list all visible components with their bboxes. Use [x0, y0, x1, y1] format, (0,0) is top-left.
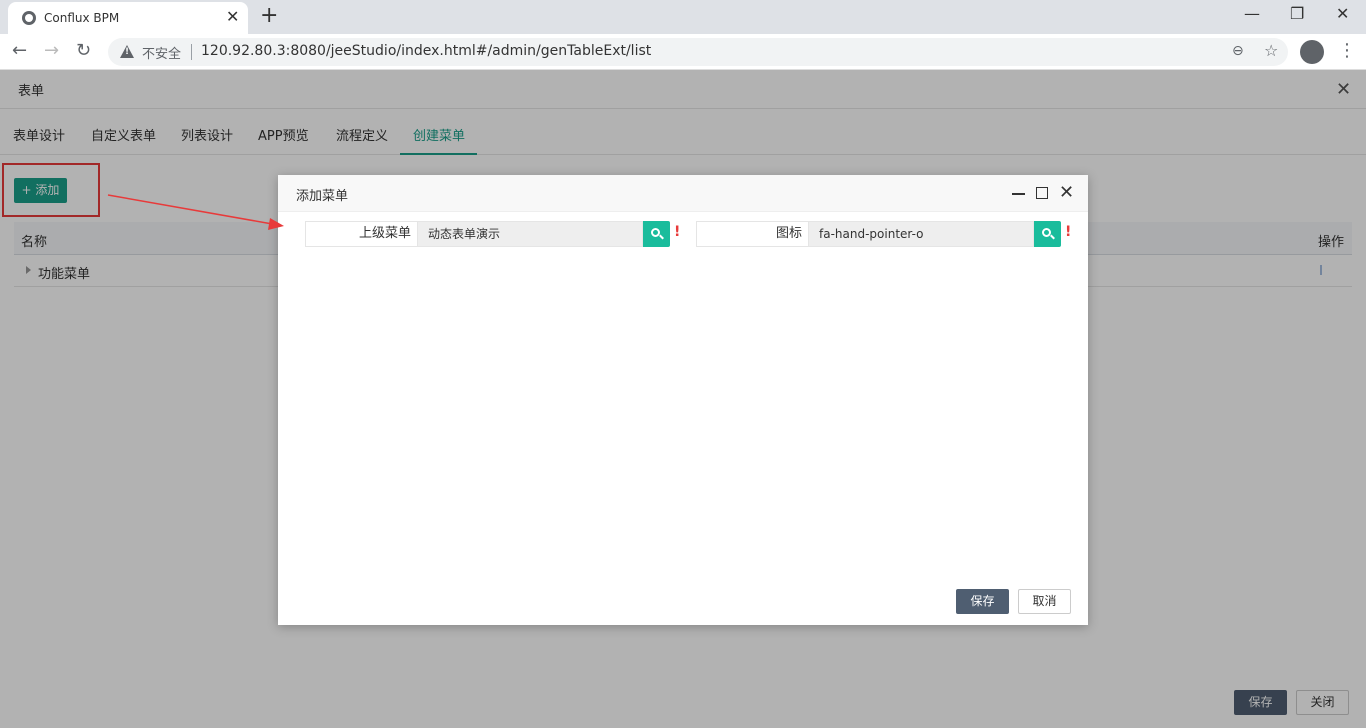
parent-menu-label: 上级菜单: [305, 221, 417, 247]
dialog-header: 添加菜单 ✕: [278, 175, 1088, 212]
back-icon[interactable]: ←: [12, 40, 27, 62]
not-secure-label: 不安全: [142, 47, 182, 62]
forward-icon[interactable]: →: [44, 40, 59, 62]
globe-icon: [22, 11, 36, 25]
new-tab-button[interactable]: +: [260, 4, 278, 28]
divider: [191, 44, 192, 60]
close-icon[interactable]: ✕: [1059, 183, 1074, 203]
more-menu-icon[interactable]: ⋮: [1338, 40, 1356, 62]
parent-menu-field: 上级菜单 动态表单演示 !: [305, 221, 685, 247]
maximize-icon[interactable]: [1036, 187, 1048, 199]
bookmark-star-icon[interactable]: ☆: [1264, 41, 1278, 60]
dialog-save-button[interactable]: 保存: [956, 589, 1009, 614]
icon-input[interactable]: fa-hand-pointer-o: [808, 221, 1034, 247]
url-text[interactable]: 120.92.80.3:8080/jeeStudio/index.html#/a…: [201, 43, 651, 59]
address-bar[interactable]: 不安全 120.92.80.3:8080/jeeStudio/index.htm…: [108, 38, 1288, 66]
parent-menu-search-button[interactable]: [643, 221, 670, 247]
browser-tab[interactable]: Conflux BPM ✕: [8, 2, 248, 34]
dialog-cancel-button[interactable]: 取消: [1018, 589, 1071, 614]
icon-field: 图标 fa-hand-pointer-o !: [696, 221, 1076, 247]
parent-menu-input[interactable]: 动态表单演示: [417, 221, 643, 247]
warning-icon: [120, 45, 134, 58]
restore-window-icon[interactable]: ❐: [1290, 4, 1304, 24]
browser-toolbar: ← → ↻ 不安全 120.92.80.3:8080/jeeStudio/ind…: [0, 34, 1366, 70]
close-tab-icon[interactable]: ✕: [226, 8, 239, 26]
browser-tabbar: Conflux BPM ✕ + — ❐ ✕: [0, 0, 1366, 34]
required-mark: !: [1065, 224, 1072, 240]
zoom-icon[interactable]: ⊖: [1232, 43, 1244, 59]
minimize-icon[interactable]: [1012, 193, 1025, 195]
browser-tab-title: Conflux BPM: [44, 11, 120, 25]
icon-label: 图标: [696, 221, 808, 247]
close-window-icon[interactable]: ✕: [1336, 4, 1349, 24]
profile-avatar-icon[interactable]: [1300, 40, 1324, 64]
icon-search-button[interactable]: [1034, 221, 1061, 247]
reload-icon[interactable]: ↻: [76, 40, 91, 62]
dialog-title: 添加菜单: [296, 189, 349, 204]
minimize-window-icon[interactable]: —: [1244, 4, 1260, 24]
add-menu-dialog: 添加菜单 ✕ 上级菜单 动态表单演示 ! 图标 fa-hand-pointer-…: [278, 175, 1088, 625]
required-mark: !: [674, 224, 681, 240]
